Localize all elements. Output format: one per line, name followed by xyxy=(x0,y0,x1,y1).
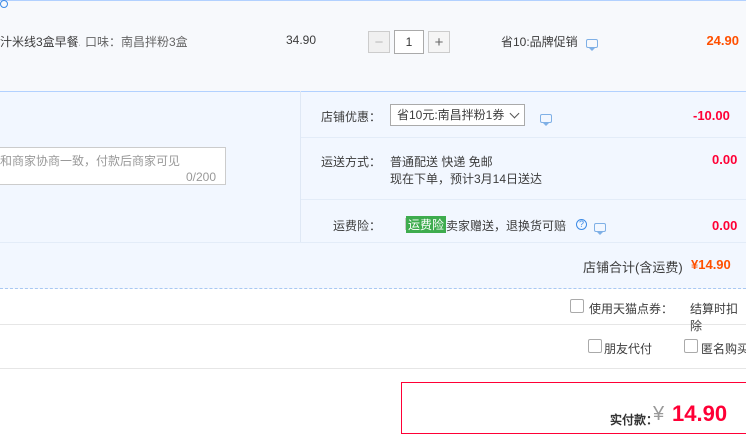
divider xyxy=(0,242,746,243)
store-discount-select[interactable]: 省10元:南昌拌粉1券 xyxy=(390,104,525,126)
chat-bubble-icon[interactable] xyxy=(586,39,599,51)
product-sku: 口味：南昌拌粉3盒 xyxy=(85,35,188,49)
panel-divider xyxy=(300,91,301,242)
promo-info: 省10:品牌促销 xyxy=(501,33,599,51)
store-total-value: ¥14.90 xyxy=(691,257,731,272)
insurance-label: 运费险： xyxy=(333,219,382,233)
anonymous-checkbox[interactable] xyxy=(684,339,698,353)
unit-price: 34.90 xyxy=(286,33,317,47)
item-total: 24.90 xyxy=(706,33,739,48)
tmall-points-label: 使用天猫点券： xyxy=(589,302,674,316)
currency-symbol: ¥ xyxy=(653,403,665,425)
divider xyxy=(301,199,746,200)
shipping-eta: 现在下单，预计3月14日送达 xyxy=(390,172,543,186)
friend-pay-checkbox[interactable] xyxy=(588,339,602,353)
store-discount-amount: -10.00 xyxy=(693,108,730,123)
decrease-button[interactable]: − xyxy=(368,31,390,53)
store-discount-label: 店铺优惠： xyxy=(321,110,382,124)
tmall-points-checkbox[interactable] xyxy=(570,299,584,313)
payment-amount: 14.90 xyxy=(672,401,728,426)
insurance-badge: 运费险 xyxy=(406,216,447,233)
shipping-method: 普通配送 快递 免邮 xyxy=(390,155,493,169)
quantity-input[interactable]: 1 xyxy=(394,30,424,54)
quantity-stepper: − 1 + xyxy=(368,30,450,54)
friend-pay-label: 朋友代付 xyxy=(604,342,653,356)
status-icon xyxy=(0,0,8,8)
chat-bubble-icon[interactable] xyxy=(540,114,552,126)
divider xyxy=(0,324,746,325)
help-icon[interactable]: ? xyxy=(576,219,587,230)
promo-text: 省10:品牌促销 xyxy=(501,35,578,49)
store-total-label: 店铺合计(含运费) xyxy=(583,260,683,275)
message-count: 0/200 xyxy=(186,170,217,184)
divider xyxy=(301,137,746,138)
message-placeholder: 和商家协商一致，付款后商家可见 xyxy=(0,154,181,168)
chat-bubble-icon[interactable] xyxy=(593,223,606,235)
tmall-points-note: 结算时扣除 xyxy=(690,302,739,333)
store-discount-value: 省10元:南昌拌粉1券 xyxy=(397,108,505,122)
divider xyxy=(0,368,746,369)
increase-button[interactable]: + xyxy=(428,31,450,53)
chevron-down-icon xyxy=(509,108,520,119)
payment-label: 实付款： xyxy=(610,413,659,427)
insurance-amount: 0.00 xyxy=(712,218,738,233)
insurance-text: 卖家赠送，退换货可赔 xyxy=(446,219,567,233)
anonymous-label: 匿名购买 xyxy=(701,342,746,356)
product-title[interactable]: 汁米线3盒早餐... xyxy=(0,33,80,50)
shipping-amount: 0.00 xyxy=(712,152,738,167)
shipping-label: 运送方式： xyxy=(321,155,382,169)
